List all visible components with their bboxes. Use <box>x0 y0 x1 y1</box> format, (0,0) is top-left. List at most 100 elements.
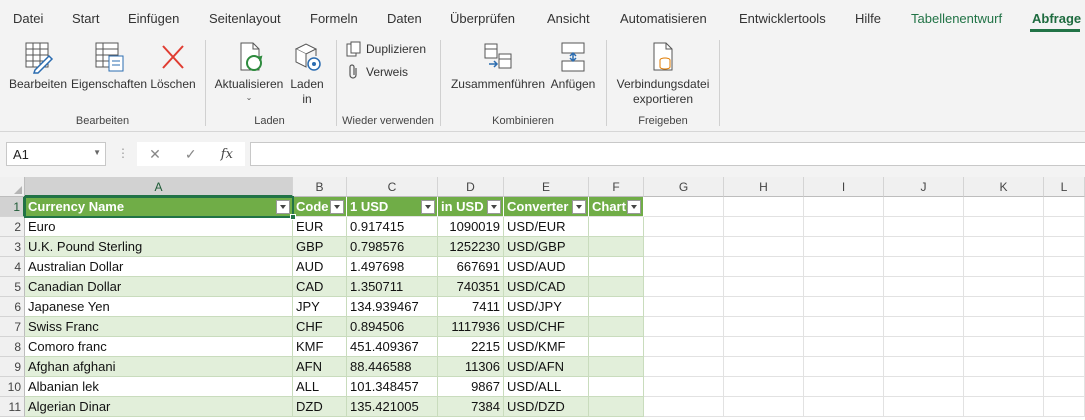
table-cell[interactable] <box>589 397 644 417</box>
table-cell[interactable]: Algerian Dinar <box>25 397 293 417</box>
properties-button[interactable]: Eigenschaften <box>71 40 147 92</box>
refresh-button[interactable]: Aktualisieren ⌄ <box>212 40 286 104</box>
empty-cell[interactable] <box>884 197 964 217</box>
delete-query-button[interactable]: Löschen <box>148 40 198 92</box>
empty-cell[interactable] <box>804 257 884 277</box>
table-cell[interactable]: USD/DZD <box>504 397 589 417</box>
empty-cell[interactable] <box>884 217 964 237</box>
table-header-cell[interactable]: Converter <box>504 197 589 217</box>
merge-queries-button[interactable]: Zusammenführen <box>448 40 548 92</box>
empty-cell[interactable] <box>644 337 724 357</box>
table-header-cell[interactable]: Code <box>293 197 347 217</box>
empty-cell[interactable] <box>724 237 804 257</box>
table-cell[interactable]: USD/CAD <box>504 277 589 297</box>
table-cell[interactable] <box>589 337 644 357</box>
table-cell[interactable]: AFN <box>293 357 347 377</box>
empty-cell[interactable] <box>964 337 1044 357</box>
fill-handle[interactable] <box>290 214 296 220</box>
empty-cell[interactable] <box>724 257 804 277</box>
row-header-5[interactable]: 5 <box>0 277 25 297</box>
filter-dropdown-icon[interactable] <box>572 200 586 214</box>
table-cell[interactable]: EUR <box>293 217 347 237</box>
empty-cell[interactable] <box>804 377 884 397</box>
insert-function-icon[interactable]: fx <box>221 147 233 162</box>
empty-cell[interactable] <box>804 397 884 417</box>
empty-cell[interactable] <box>724 297 804 317</box>
tab-ueberpruefen[interactable]: Überprüfen <box>450 11 515 26</box>
tab-entwicklertools[interactable]: Entwicklertools <box>739 11 826 26</box>
tab-tabellenentwurf[interactable]: Tabellenentwurf <box>911 11 1002 26</box>
table-cell[interactable]: GBP <box>293 237 347 257</box>
row-header-9[interactable]: 9 <box>0 357 25 377</box>
tab-seitenlayout[interactable]: Seitenlayout <box>209 11 281 26</box>
select-all-button[interactable] <box>0 177 25 197</box>
table-cell[interactable]: JPY <box>293 297 347 317</box>
row-header-4[interactable]: 4 <box>0 257 25 277</box>
table-cell[interactable]: 88.446588 <box>347 357 438 377</box>
table-cell[interactable]: USD/KMF <box>504 337 589 357</box>
filter-dropdown-icon[interactable] <box>276 200 290 214</box>
column-header-i[interactable]: I <box>804 177 884 197</box>
table-cell[interactable]: 740351 <box>438 277 504 297</box>
empty-cell[interactable] <box>884 317 964 337</box>
column-header-c[interactable]: C <box>347 177 438 197</box>
table-cell[interactable]: Australian Dollar <box>25 257 293 277</box>
empty-cell[interactable] <box>804 277 884 297</box>
empty-cell[interactable] <box>724 217 804 237</box>
empty-cell[interactable] <box>804 217 884 237</box>
table-cell[interactable]: 11306 <box>438 357 504 377</box>
empty-cell[interactable] <box>644 237 724 257</box>
empty-cell[interactable] <box>644 277 724 297</box>
table-cell[interactable]: 1252230 <box>438 237 504 257</box>
table-cell[interactable]: 451.409367 <box>347 337 438 357</box>
table-cell[interactable] <box>589 257 644 277</box>
empty-cell[interactable] <box>884 377 964 397</box>
table-cell[interactable]: Albanian lek <box>25 377 293 397</box>
empty-cell[interactable] <box>644 297 724 317</box>
empty-cell[interactable] <box>804 357 884 377</box>
check-icon[interactable]: ✓ <box>185 146 197 163</box>
column-header-b[interactable]: B <box>293 177 347 197</box>
empty-cell[interactable] <box>724 197 804 217</box>
table-cell[interactable]: 1.497698 <box>347 257 438 277</box>
table-cell[interactable]: 667691 <box>438 257 504 277</box>
table-cell[interactable]: USD/AFN <box>504 357 589 377</box>
empty-cell[interactable] <box>804 297 884 317</box>
table-cell[interactable]: AUD <box>293 257 347 277</box>
empty-cell[interactable] <box>1044 237 1085 257</box>
table-cell[interactable]: U.K. Pound Sterling <box>25 237 293 257</box>
row-header-7[interactable]: 7 <box>0 317 25 337</box>
empty-cell[interactable] <box>724 337 804 357</box>
empty-cell[interactable] <box>1044 357 1085 377</box>
empty-cell[interactable] <box>644 357 724 377</box>
formula-input[interactable] <box>250 142 1085 166</box>
table-cell[interactable]: USD/ALL <box>504 377 589 397</box>
table-cell[interactable]: 1090019 <box>438 217 504 237</box>
table-cell[interactable]: USD/EUR <box>504 217 589 237</box>
table-cell[interactable]: 7384 <box>438 397 504 417</box>
empty-cell[interactable] <box>1044 297 1085 317</box>
empty-cell[interactable] <box>884 277 964 297</box>
reference-button[interactable]: Verweis <box>346 64 408 80</box>
empty-cell[interactable] <box>964 397 1044 417</box>
empty-cell[interactable] <box>964 237 1044 257</box>
table-header-cell[interactable]: in USD <box>438 197 504 217</box>
row-header-11[interactable]: 11 <box>0 397 25 417</box>
column-header-l[interactable]: L <box>1044 177 1085 197</box>
tab-formeln[interactable]: Formeln <box>310 11 358 26</box>
table-cell[interactable]: DZD <box>293 397 347 417</box>
empty-cell[interactable] <box>724 357 804 377</box>
empty-cell[interactable] <box>884 397 964 417</box>
tab-einfuegen[interactable]: Einfügen <box>128 11 179 26</box>
table-cell[interactable]: 101.348457 <box>347 377 438 397</box>
column-header-e[interactable]: E <box>504 177 589 197</box>
tab-start[interactable]: Start <box>72 11 99 26</box>
filter-dropdown-icon[interactable] <box>487 200 501 214</box>
column-header-k[interactable]: K <box>964 177 1044 197</box>
empty-cell[interactable] <box>1044 317 1085 337</box>
filter-dropdown-icon[interactable] <box>627 200 641 214</box>
tab-daten[interactable]: Daten <box>387 11 422 26</box>
tab-hilfe[interactable]: Hilfe <box>855 11 881 26</box>
table-cell[interactable]: 9867 <box>438 377 504 397</box>
row-header-1[interactable]: 1 <box>0 197 25 217</box>
